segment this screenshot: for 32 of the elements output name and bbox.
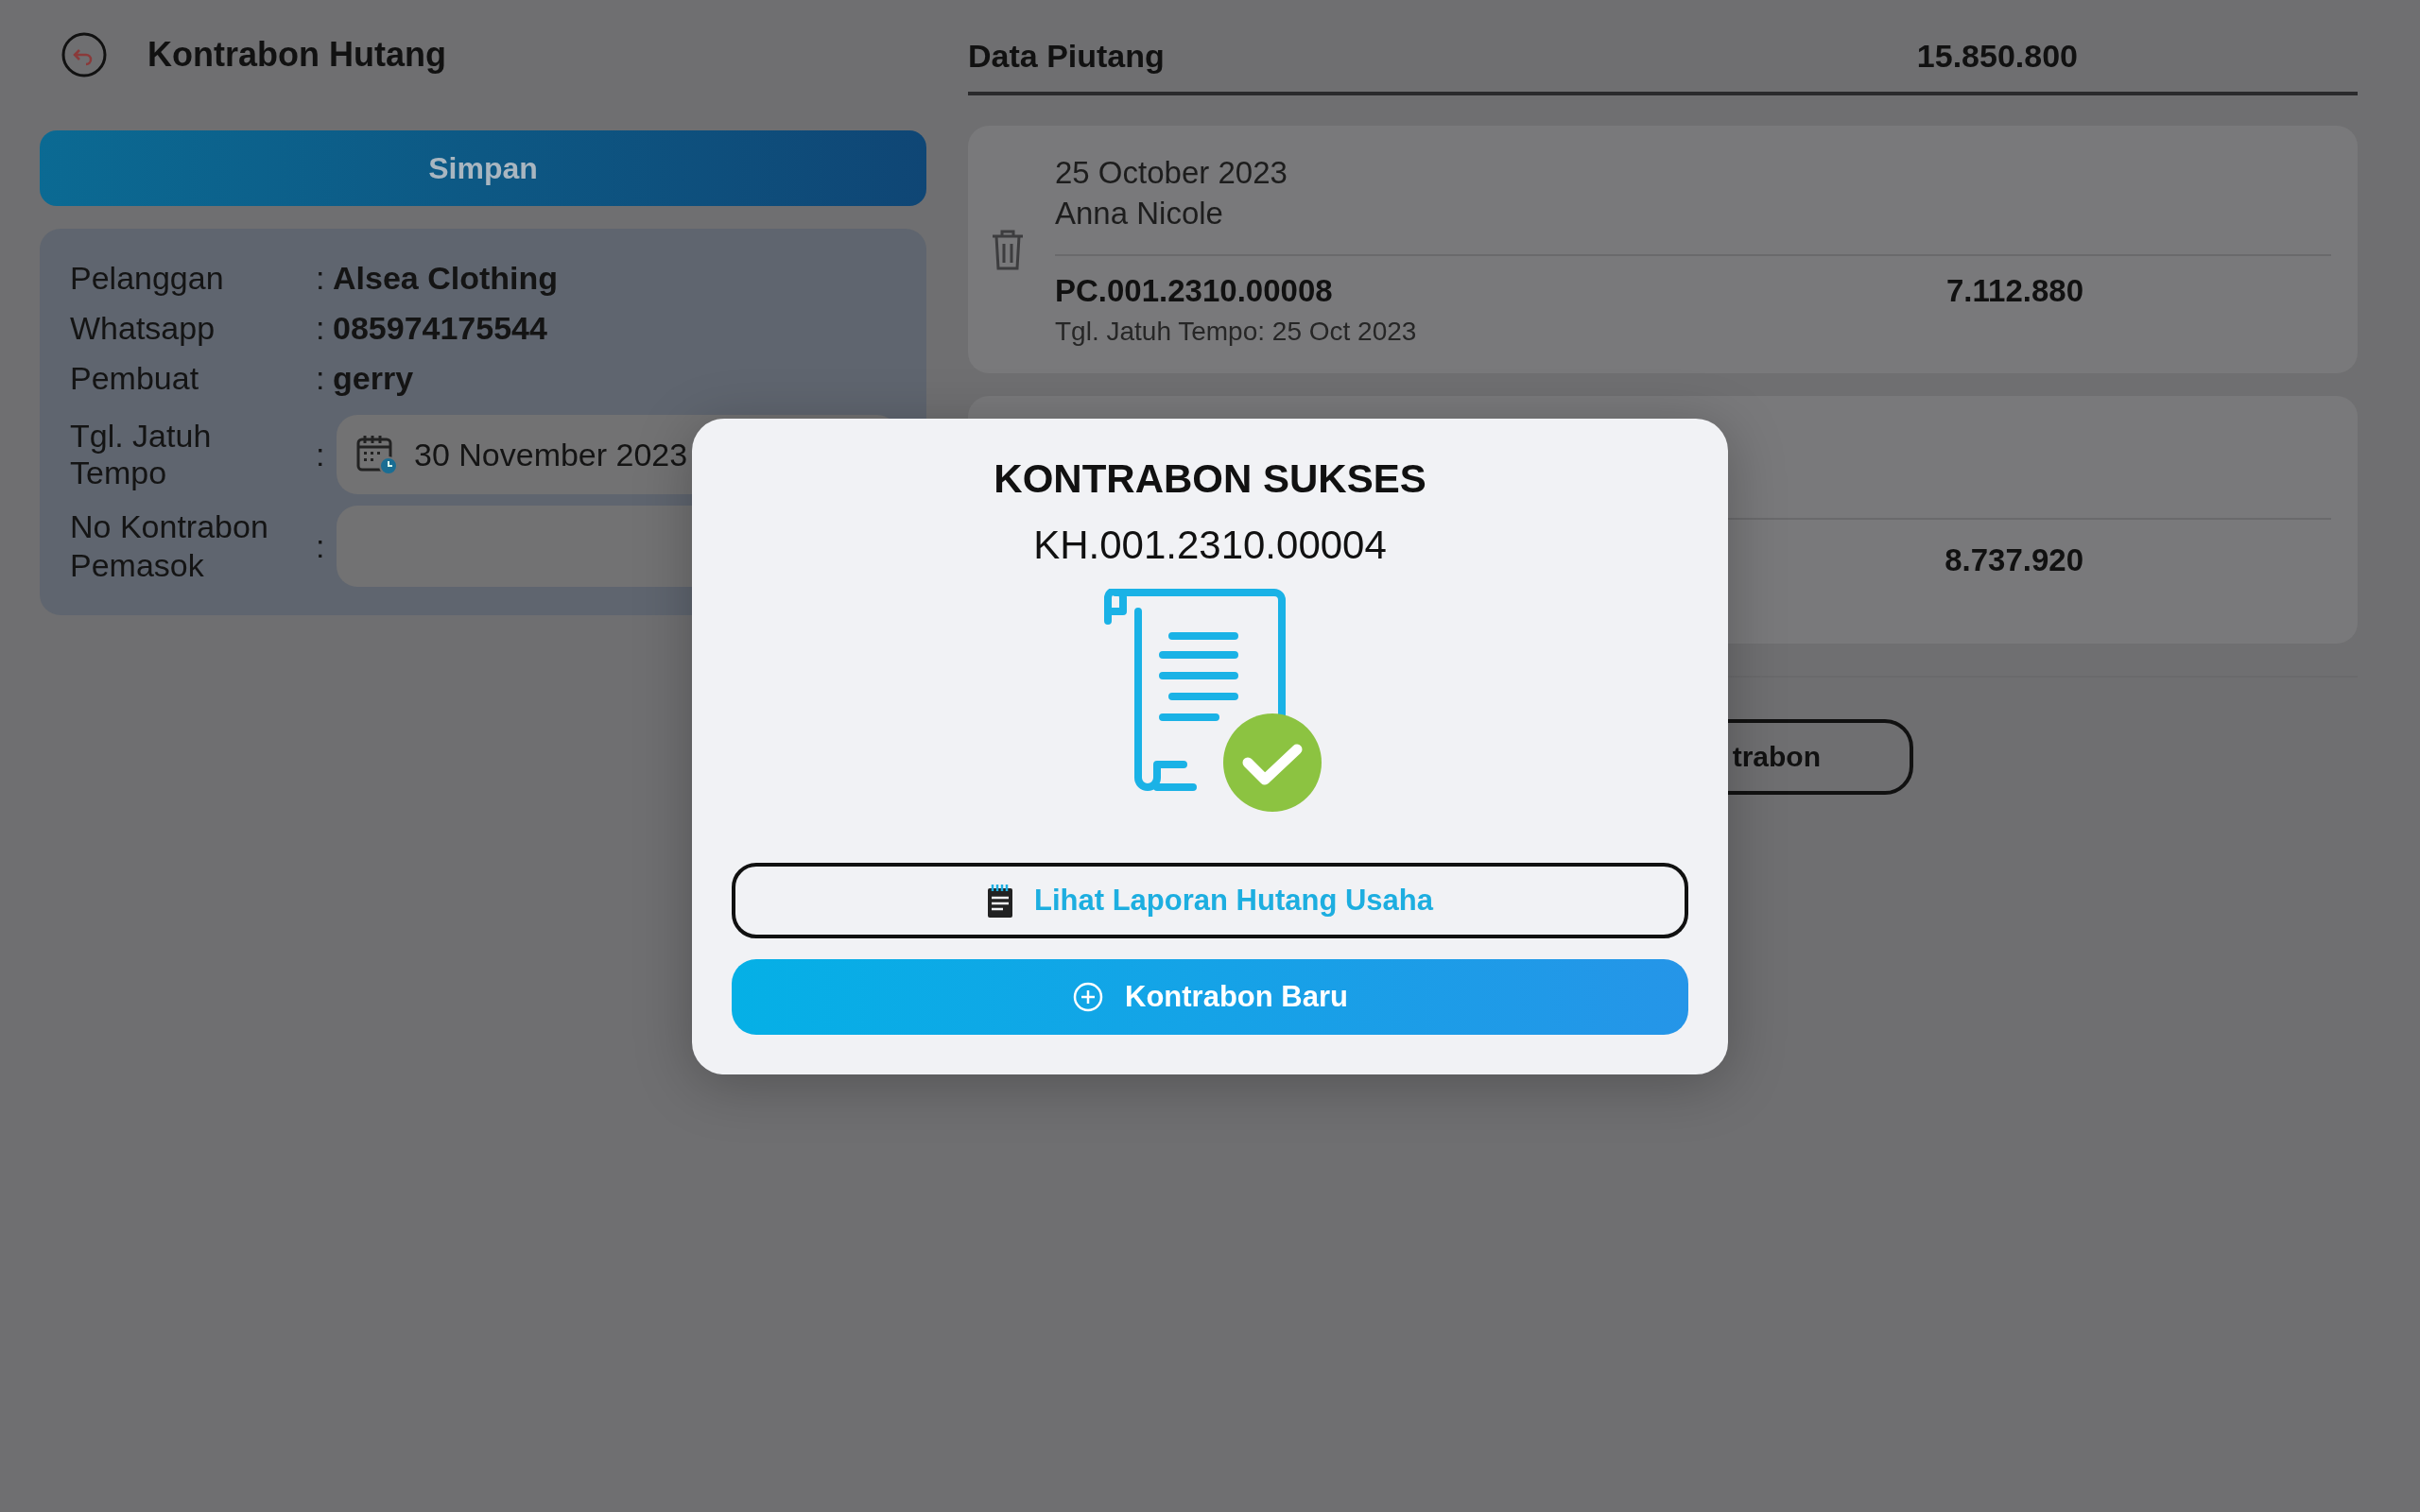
- field-label: Tgl. Jatuh Tempo: [70, 418, 213, 491]
- due-date-text: Tgl. Jatuh Tempo: 25 Oct 2023: [1055, 317, 1418, 347]
- customer-name: Anna Nicole: [1055, 195, 1224, 232]
- calendar-icon: [355, 433, 399, 476]
- back-icon[interactable]: [60, 31, 108, 78]
- plus-circle-icon: [1072, 981, 1105, 1013]
- receivable-number: PC.001.2310.00008: [1055, 273, 1333, 309]
- field-value: 085974175544: [332, 310, 548, 347]
- colon: :: [316, 436, 326, 473]
- page-title: Kontrabon Hutang: [147, 35, 446, 75]
- report-button[interactable]: Lihat Laporan Hutang Usaha: [732, 863, 1688, 938]
- colon: :: [316, 527, 326, 565]
- field-label: Whatsapp: [70, 310, 216, 347]
- field-label: No Kontrabon Pemasok: [70, 507, 269, 585]
- new-contract-button[interactable]: Kontrabon Baru: [732, 959, 1688, 1035]
- colon: :: [316, 310, 326, 347]
- total-amount: 15.850.800: [1916, 38, 2078, 75]
- field-label: Pelanggan: [70, 260, 225, 297]
- save-button[interactable]: Simpan: [40, 130, 926, 206]
- colon: :: [316, 260, 326, 297]
- field-value: Alsea Clothing: [332, 260, 560, 297]
- field-value: gerry: [332, 360, 415, 397]
- field-label: Pembuat: [70, 360, 200, 397]
- section-title: Data Piutang: [968, 38, 1165, 75]
- contract-number: KH.001.2310.00004: [1033, 523, 1387, 568]
- notepad-icon: [987, 884, 1013, 918]
- receivable-amount: 8.737.920: [1945, 542, 2083, 578]
- receivable-amount: 7.112.880: [1946, 273, 2083, 309]
- date-value: 30 November 2023: [414, 436, 688, 473]
- colon: :: [316, 360, 326, 397]
- receivable-date: 25 October 2023: [1055, 154, 1288, 192]
- dialog-title: KONTRABON SUKSES: [994, 456, 1426, 502]
